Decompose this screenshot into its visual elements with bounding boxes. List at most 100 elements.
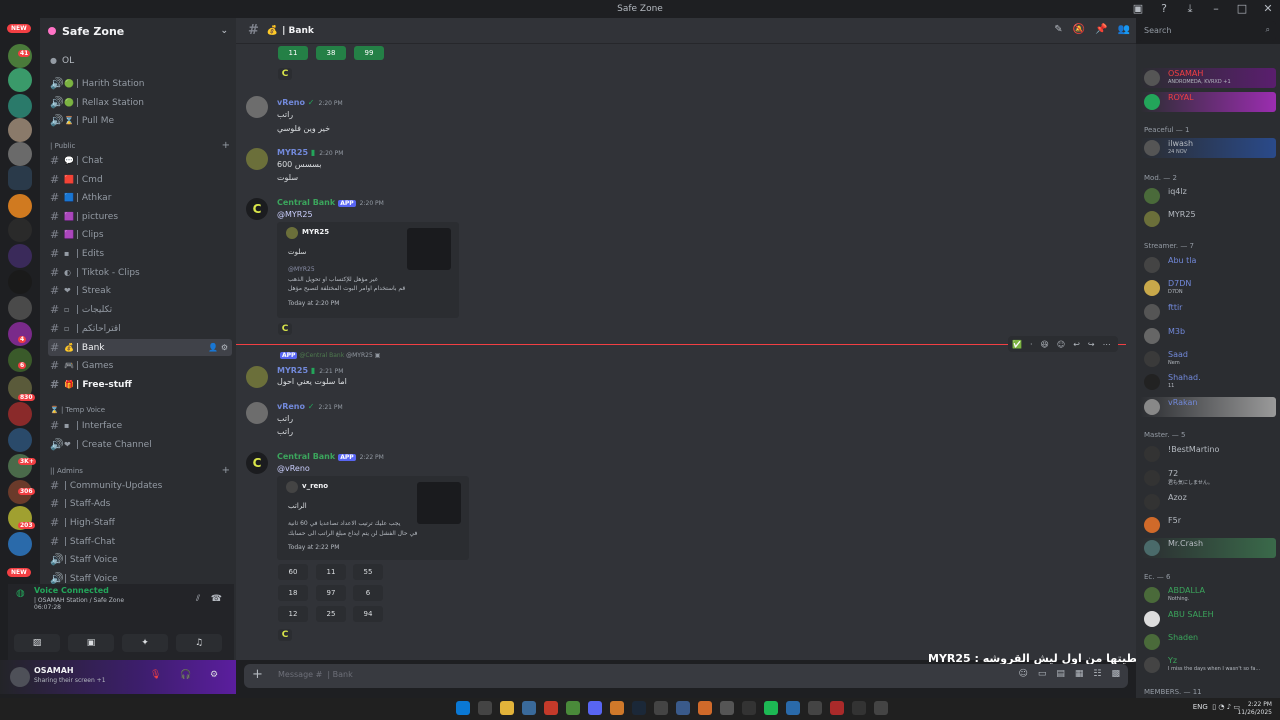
apps-icon[interactable]: ▩: [1111, 669, 1120, 679]
server-icon[interactable]: [8, 68, 32, 92]
deafen-icon[interactable]: 🎧: [180, 670, 191, 680]
channel-pictures[interactable]: # 🟪 | pictures: [48, 208, 232, 225]
number-button[interactable]: 55: [353, 564, 383, 580]
download-icon[interactable]: ⤓: [1184, 2, 1196, 16]
system-tray[interactable]: ENG ▯ ◔ ♪ ▭: [1193, 703, 1240, 711]
spotify-icon[interactable]: [764, 701, 778, 715]
message-author[interactable]: vReno ✓ 2:20 PM: [277, 98, 343, 107]
channel-staff-ads[interactable]: # | Staff-Ads: [48, 495, 232, 512]
message-author[interactable]: MYR25 ▮ 2:20 PM: [277, 148, 343, 157]
server-icon[interactable]: [8, 428, 32, 452]
message-input[interactable]: + Message # | Bank ☺ ▭ ▤ ▦ ☷ ▩: [244, 664, 1128, 688]
add-reaction-icon[interactable]: ☺: [1057, 340, 1065, 349]
pin-icon[interactable]: 📌: [1095, 24, 1107, 35]
search-icon[interactable]: [478, 701, 492, 715]
app-icon[interactable]: [522, 701, 536, 715]
channel-edits[interactable]: # ▪ | Edits: [48, 245, 232, 262]
server-icon[interactable]: [8, 270, 32, 294]
number-button[interactable]: 18: [278, 585, 308, 601]
channel-chat[interactable]: # 💬 | Chat: [48, 152, 232, 169]
game-button[interactable]: 99: [354, 46, 384, 60]
emoji-icon[interactable]: ☷: [1093, 669, 1101, 679]
member-item[interactable]: Mr.Crash: [1140, 538, 1276, 558]
app-icon[interactable]: [742, 701, 756, 715]
channel-tiktok-clips[interactable]: # ◐ | Tiktok - Clips: [48, 264, 232, 281]
game-button[interactable]: 11: [278, 46, 308, 60]
app-icon[interactable]: [830, 701, 844, 715]
guild-header[interactable]: Safe Zone ⌄: [40, 18, 236, 44]
add-channel-icon[interactable]: +: [222, 140, 230, 151]
user-mention[interactable]: @MYR25: [277, 210, 313, 219]
channel-staff-voice[interactable]: 🔊 | Staff Voice: [48, 551, 232, 568]
voice-channel-pullme[interactable]: 🔊 ⌛ | Pull Me: [48, 112, 232, 129]
soundboard-button[interactable]: ♫: [176, 634, 222, 652]
help-icon[interactable]: ?: [1158, 2, 1170, 16]
app-icon[interactable]: [544, 701, 558, 715]
app-icon[interactable]: [698, 701, 712, 715]
channel-cmd[interactable]: # 🟥 | Cmd: [48, 171, 232, 188]
app-icon[interactable]: [720, 701, 734, 715]
gif-icon[interactable]: ▤: [1056, 669, 1065, 679]
screen-share-button[interactable]: ▣: [68, 634, 114, 652]
channel-games[interactable]: # 🎮 | Games: [48, 357, 232, 374]
channel-create-channel[interactable]: 🔊 ❤ | Create Channel: [48, 436, 232, 453]
member-item[interactable]: ROYAL: [1140, 92, 1276, 112]
game-button[interactable]: 38: [316, 46, 346, 60]
noise-suppression-icon[interactable]: ⫽: [196, 594, 200, 604]
server-icon[interactable]: [8, 218, 32, 242]
app-icon[interactable]: ☺: [1018, 669, 1027, 679]
more-options-icon[interactable]: ⋯: [1103, 340, 1111, 349]
disconnect-icon[interactable]: ☎: [211, 594, 222, 604]
chrome-icon[interactable]: [566, 701, 580, 715]
category-admins[interactable]: || Admins +: [50, 465, 230, 476]
member-item[interactable]: D7DN D7DN: [1140, 278, 1276, 298]
member-item[interactable]: 72 君も気にしません。: [1140, 468, 1276, 488]
category-public[interactable]: | Public +: [50, 140, 230, 151]
app-icon[interactable]: [874, 701, 888, 715]
server-icon[interactable]: [8, 532, 32, 556]
emoji-reaction-icon[interactable]: 😆: [1041, 340, 1049, 349]
voice-user-row[interactable]: ● OL: [48, 52, 232, 69]
avatar[interactable]: [246, 148, 268, 170]
app-icon[interactable]: [852, 701, 866, 715]
member-item[interactable]: ABDALLA Nothing.: [1140, 585, 1276, 605]
reply-icon[interactable]: ↩: [1073, 340, 1080, 349]
member-item[interactable]: MYR25: [1140, 209, 1276, 229]
app-icon[interactable]: [786, 701, 800, 715]
file-explorer-icon[interactable]: [500, 701, 514, 715]
search-input[interactable]: Search ⌕: [1138, 21, 1276, 41]
channel-community-updates[interactable]: # | Community-Updates: [48, 477, 232, 494]
member-item[interactable]: M3b: [1140, 326, 1276, 346]
add-channel-icon[interactable]: +: [222, 465, 230, 476]
app-icon[interactable]: [808, 701, 822, 715]
check-reaction-icon[interactable]: ✅: [1012, 340, 1022, 349]
member-item[interactable]: fttir: [1140, 302, 1276, 322]
channel-free-stuff[interactable]: # 🎁 | Free-stuff: [48, 376, 232, 393]
message-author[interactable]: MYR25 ▮ 2:21 PM: [277, 366, 343, 375]
number-button[interactable]: 12: [278, 606, 308, 622]
gear-icon[interactable]: ⚙: [210, 670, 218, 680]
avatar[interactable]: [246, 402, 268, 424]
avatar[interactable]: [246, 96, 268, 118]
voice-channel-rellax[interactable]: 🔊 🟢 | Rellax Station: [48, 94, 232, 111]
add-attachment-icon[interactable]: +: [252, 667, 263, 682]
number-button[interactable]: 60: [278, 564, 308, 580]
message-author[interactable]: vReno ✓ 2:21 PM: [277, 402, 343, 411]
category-temp-voice[interactable]: ⌛ | Temp Voice: [50, 406, 230, 414]
app-icon[interactable]: [654, 701, 668, 715]
channel-suggestions[interactable]: # ▫ | اقتراحاتكم: [48, 320, 232, 337]
member-item[interactable]: Shahad. 11: [1140, 372, 1276, 392]
bot-avatar[interactable]: C: [246, 198, 268, 220]
server-icon[interactable]: [8, 142, 32, 166]
server-icon[interactable]: [8, 118, 32, 142]
member-item[interactable]: ABU SALEH: [1140, 609, 1276, 629]
user-mention[interactable]: @vReno: [277, 464, 310, 473]
voice-channel-path[interactable]: | OSAMAH Station / Safe Zone: [34, 597, 124, 604]
sticker-icon[interactable]: ▦: [1075, 669, 1084, 679]
clock[interactable]: 2:22 PM 11/26/2025: [1237, 701, 1272, 717]
member-item[interactable]: Saad Nem: [1140, 349, 1276, 369]
server-icon[interactable]: [8, 194, 32, 218]
avatar[interactable]: [10, 667, 30, 687]
threads-icon[interactable]: ✎: [1054, 24, 1062, 35]
start-icon[interactable]: [456, 701, 470, 715]
